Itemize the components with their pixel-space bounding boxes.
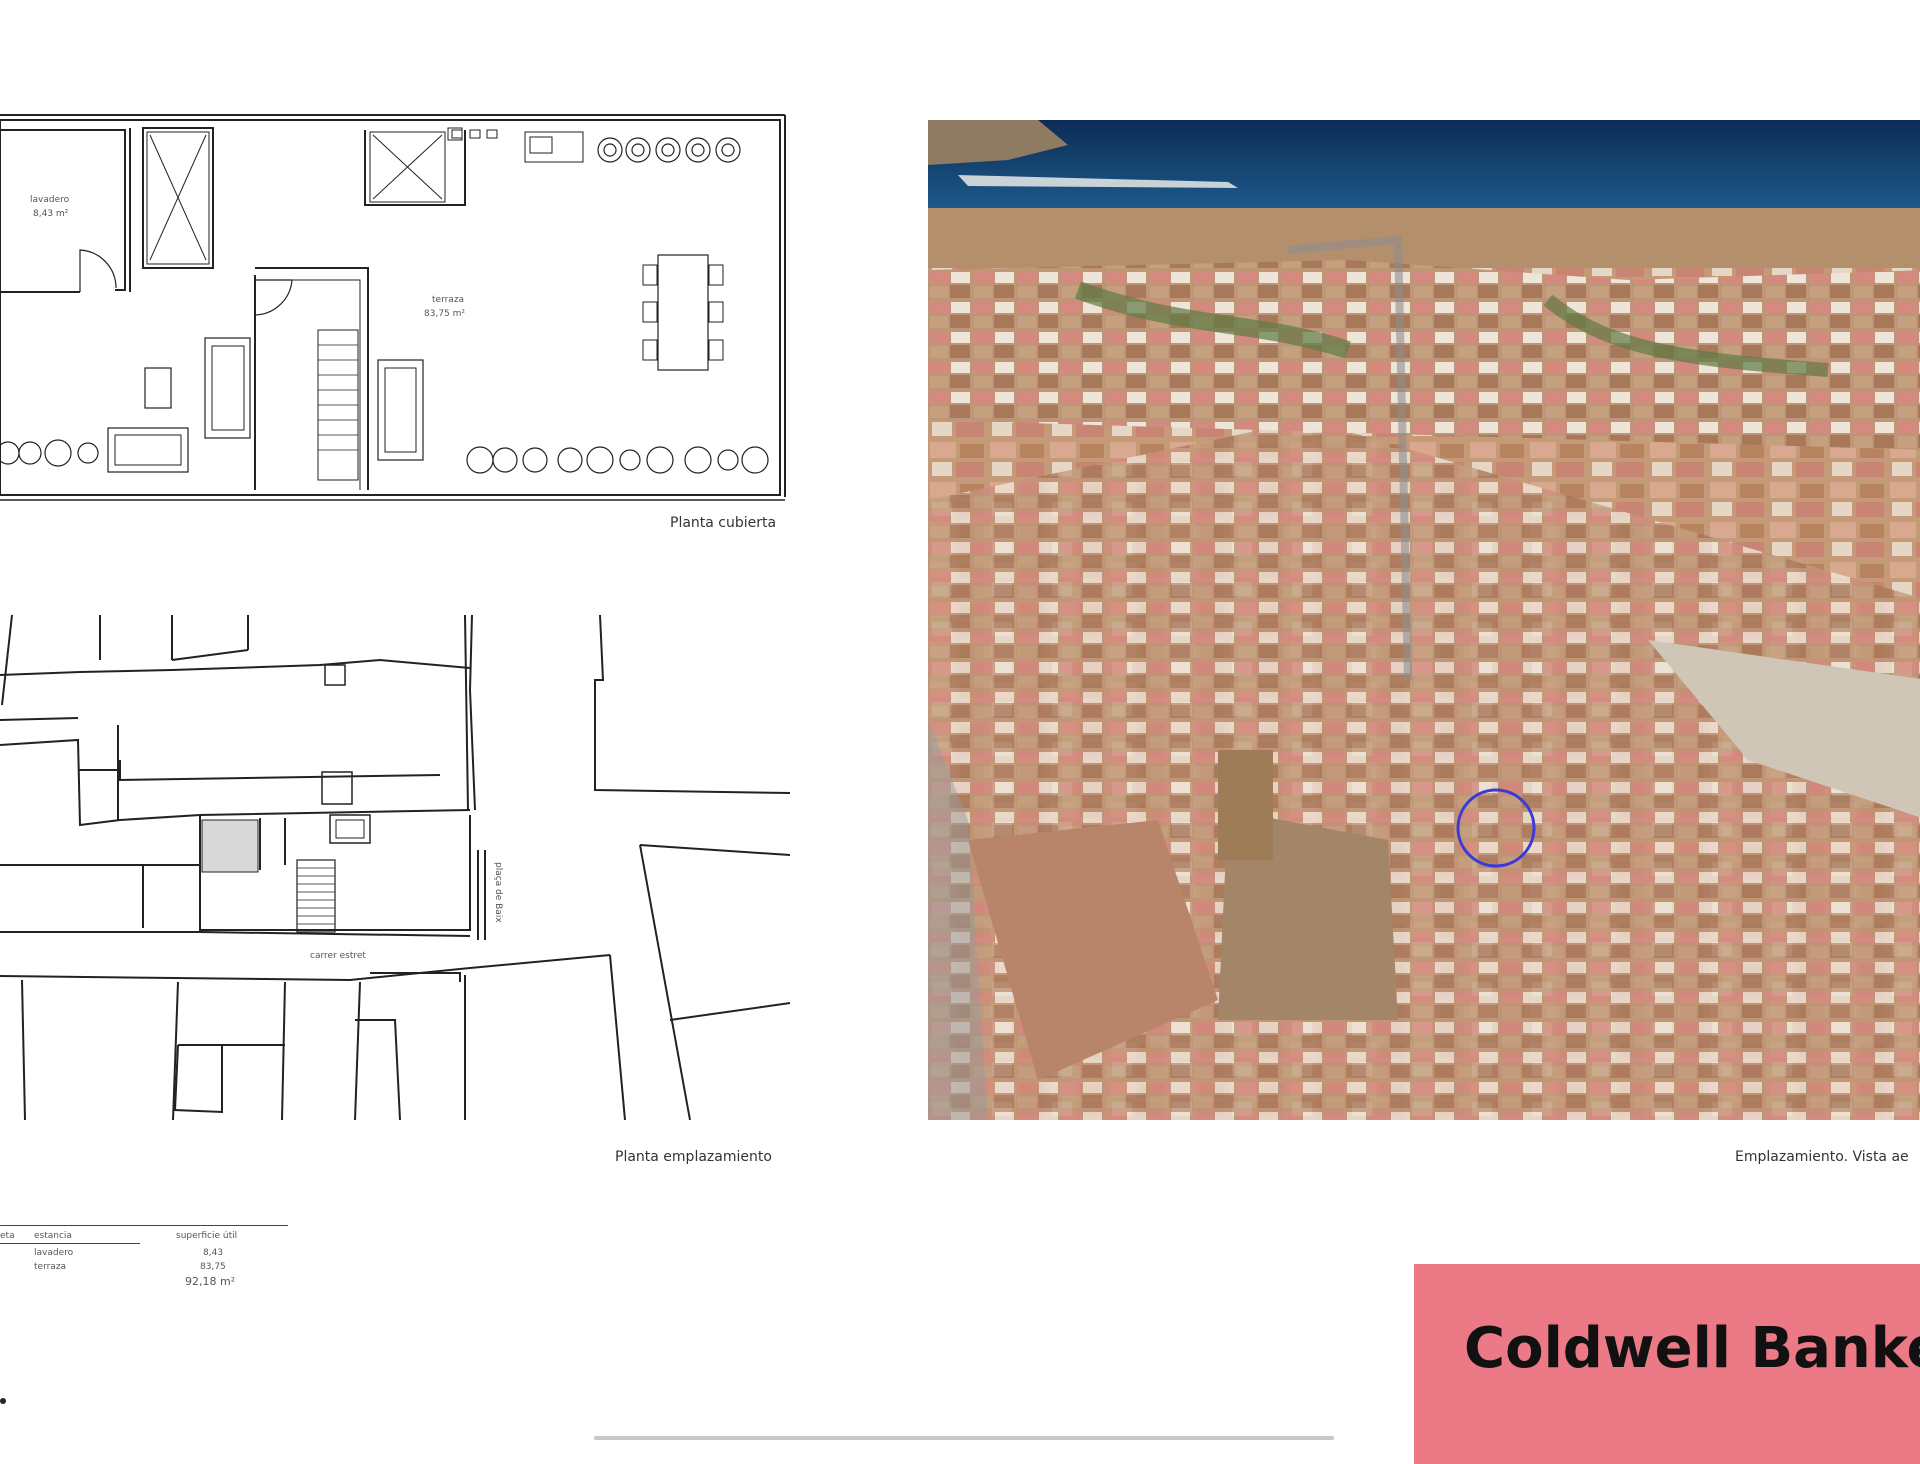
site-plan-drawing: carrer estret plaça de Baix [0,614,791,1121]
street-label-side: plaça de Baix [493,862,503,923]
aerial-view-caption: Emplazamiento. Vista ae [1735,1149,1909,1165]
room-name-laundry: lavadero [30,195,70,205]
bottom-scroll-indicator [594,1436,1334,1440]
area-table: eta estancia superficie útil lavadero 8,… [0,1218,300,1298]
table-cell-estancia: lavadero [34,1248,74,1258]
aerial-view-image [928,120,1920,1120]
table-total: 92,18 m² [185,1275,236,1288]
roof-plan-caption: Planta cubierta [670,515,777,531]
room-area-terrace: 83,75 m² [424,309,465,319]
table-cell-superficie: 83,75 [200,1262,226,1272]
table-header-planta: eta [0,1231,15,1241]
table-header-estancia: estancia [34,1231,72,1241]
room-area-laundry: 8,43 m² [33,209,69,219]
room-name-terrace: terraza [432,295,464,305]
brand-banner: Coldwell Banke [1414,1264,1920,1464]
brand-name: Coldwell Banke [1464,1316,1920,1381]
page-mark [0,1398,6,1404]
site-plan-caption: Planta emplazamiento [615,1149,772,1165]
table-cell-superficie: 8,43 [203,1248,224,1258]
table-cell-estancia: terraza [34,1262,67,1272]
table-header-rule [0,1243,140,1244]
street-label-main: carrer estret [310,951,366,961]
roof-floor-plan: lavadero 8,43 m² terraza 83,75 m² [0,114,786,501]
table-top-rule [0,1225,288,1226]
table-header-superficie: superficie útil [176,1231,238,1241]
